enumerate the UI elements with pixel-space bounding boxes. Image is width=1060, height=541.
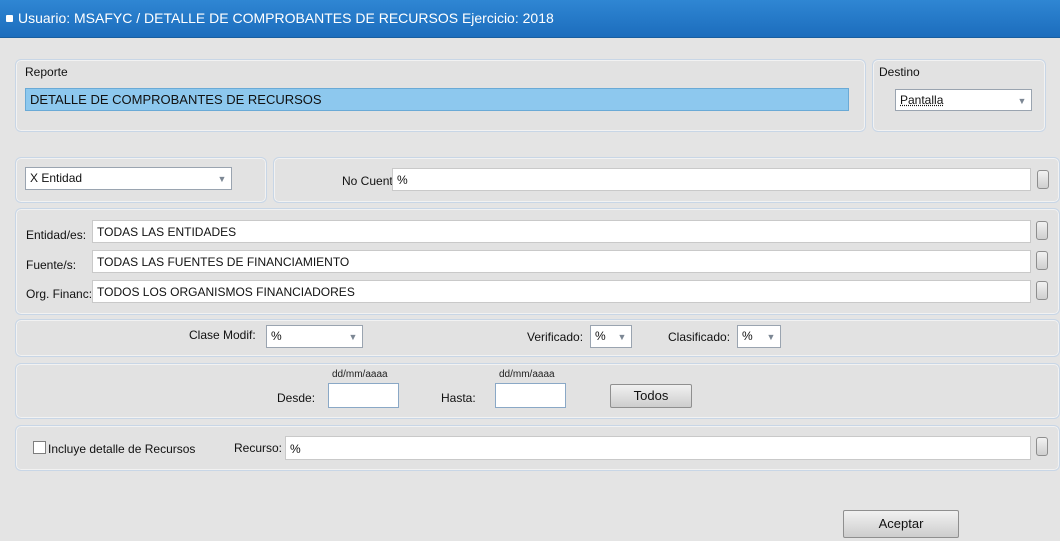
hasta-label: Hasta: bbox=[441, 391, 476, 405]
hasta-format-hint: dd/mm/aaaa bbox=[499, 369, 555, 380]
chevron-down-icon[interactable]: ▼ bbox=[764, 328, 778, 345]
destino-value: Pantalla bbox=[900, 93, 944, 107]
clase-modif-value: % bbox=[271, 329, 282, 343]
cuenta-field[interactable]: % bbox=[392, 168, 1031, 191]
org-financ-lov-button[interactable] bbox=[1036, 281, 1048, 300]
hasta-field[interactable] bbox=[495, 383, 566, 408]
entidad-field[interactable]: TODAS LAS ENTIDADES bbox=[92, 220, 1031, 243]
window-title: Usuario: MSAFYC / DETALLE DE COMPROBANTE… bbox=[18, 10, 554, 26]
cuenta-lov-button[interactable] bbox=[1037, 170, 1049, 189]
chevron-down-icon[interactable]: ▼ bbox=[1015, 92, 1029, 108]
fuente-field[interactable]: TODAS LAS FUENTES DE FINANCIAMIENTO bbox=[92, 250, 1031, 273]
clasificado-select[interactable]: % ▼ bbox=[737, 325, 781, 348]
destino-select[interactable]: Pantalla ▼ bbox=[895, 89, 1032, 111]
clasificado-value: % bbox=[742, 329, 753, 343]
reporte-label: Reporte bbox=[25, 65, 68, 79]
recurso-field[interactable]: % bbox=[285, 436, 1031, 460]
fuente-label: Fuente/s: bbox=[26, 258, 77, 272]
entidad-label: Entidad/es: bbox=[26, 228, 87, 242]
clasificado-label: Clasificado: bbox=[668, 330, 731, 344]
incluye-detalle-label: Incluye detalle de Recursos bbox=[48, 442, 196, 456]
aceptar-button[interactable]: Aceptar bbox=[843, 510, 959, 538]
verificado-select[interactable]: % ▼ bbox=[590, 325, 632, 348]
title-bar: Usuario: MSAFYC / DETALLE DE COMPROBANTE… bbox=[0, 0, 1060, 38]
chevron-down-icon[interactable]: ▼ bbox=[215, 170, 229, 187]
verificado-value: % bbox=[595, 329, 606, 343]
fuente-lov-button[interactable] bbox=[1036, 251, 1048, 270]
chevron-down-icon[interactable]: ▼ bbox=[615, 328, 629, 345]
desde-label: Desde: bbox=[277, 391, 316, 405]
desde-format-hint: dd/mm/aaaa bbox=[332, 369, 388, 380]
incluye-detalle-checkbox[interactable] bbox=[33, 441, 46, 454]
filtro-tipo-select[interactable]: X Entidad ▼ bbox=[25, 167, 232, 190]
destino-label: Destino bbox=[879, 65, 920, 79]
verificado-label: Verificado: bbox=[527, 330, 584, 344]
entidad-lov-button[interactable] bbox=[1036, 221, 1048, 240]
org-financ-label: Org. Financ: bbox=[26, 287, 93, 301]
recurso-lov-button[interactable] bbox=[1036, 437, 1048, 456]
todos-button[interactable]: Todos bbox=[610, 384, 692, 408]
reporte-field[interactable]: DETALLE DE COMPROBANTES DE RECURSOS bbox=[25, 88, 849, 111]
chevron-down-icon[interactable]: ▼ bbox=[346, 328, 360, 345]
clase-modif-label: Clase Modif: bbox=[189, 328, 256, 342]
window-icon bbox=[6, 15, 13, 22]
recurso-label: Recurso: bbox=[234, 441, 283, 455]
desde-field[interactable] bbox=[328, 383, 399, 408]
org-financ-field[interactable]: TODOS LOS ORGANISMOS FINANCIADORES bbox=[92, 280, 1031, 303]
clase-modif-select[interactable]: % ▼ bbox=[266, 325, 363, 348]
filtro-tipo-value: X Entidad bbox=[30, 171, 83, 185]
